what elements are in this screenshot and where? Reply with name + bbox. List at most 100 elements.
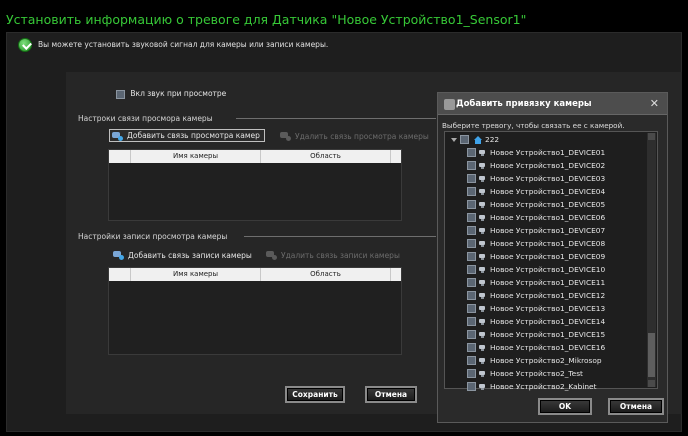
cancel-button[interactable]: Отмена bbox=[365, 386, 417, 403]
device-label: Новое Устройство1_DEVICE10 bbox=[490, 265, 606, 274]
remove-record-link-button[interactable]: Удалить связь записи камеры bbox=[266, 250, 400, 260]
camera-icon bbox=[479, 253, 487, 260]
device-checkbox[interactable] bbox=[467, 317, 476, 326]
device-label: Новое Устройство1_DEVICE03 bbox=[490, 174, 606, 183]
sound-checkbox[interactable]: Вкл звук при просмотре bbox=[116, 89, 226, 99]
tree-scrollbar[interactable] bbox=[647, 133, 656, 387]
device-checkbox[interactable] bbox=[467, 213, 476, 222]
view-col-camera-name[interactable]: Имя камеры bbox=[131, 150, 261, 163]
remove-view-link-button[interactable]: Удалить связь просмотра камеры bbox=[280, 131, 429, 141]
dialog-cancel-button[interactable]: Отмена bbox=[608, 398, 664, 415]
device-checkbox[interactable] bbox=[467, 356, 476, 365]
device-label: Новое Устройство1_DEVICE05 bbox=[490, 200, 606, 209]
tree-device-item[interactable]: Новое Устройство1_DEVICE09 bbox=[467, 250, 605, 263]
tree-device-item[interactable]: Новое Устройство1_DEVICE12 bbox=[467, 289, 605, 302]
device-checkbox[interactable] bbox=[467, 187, 476, 196]
device-checkbox[interactable] bbox=[467, 265, 476, 274]
tree-device-item[interactable]: Новое Устройство1_DEVICE16 bbox=[467, 341, 605, 354]
camera-record-add-icon bbox=[113, 250, 124, 260]
dialog-ok-button[interactable]: OK bbox=[538, 398, 592, 415]
save-button[interactable]: Сохранить bbox=[285, 386, 345, 403]
device-checkbox[interactable] bbox=[467, 369, 476, 378]
device-label: Новое Устройство1_DEVICE16 bbox=[490, 343, 606, 352]
view-col-select bbox=[109, 150, 131, 163]
scroll-up-icon[interactable] bbox=[648, 133, 655, 140]
scroll-thumb[interactable] bbox=[648, 333, 655, 377]
tree-device-item[interactable]: Новое Устройство1_DEVICE14 bbox=[467, 315, 605, 328]
camera-icon bbox=[479, 383, 487, 390]
device-checkbox[interactable] bbox=[467, 304, 476, 313]
tree-device-item[interactable]: Новое Устройство1_DEVICE11 bbox=[467, 276, 605, 289]
tree-root[interactable]: 222 bbox=[451, 133, 499, 146]
camera-tree: 222 Новое Устройство1_DEVICE01 Новое Устр… bbox=[444, 131, 658, 391]
tree-device-item[interactable]: Новое Устройство1_DEVICE05 bbox=[467, 198, 605, 211]
dialog-app-icon bbox=[444, 99, 455, 110]
record-section-title: Настройки записи просмотра камеры bbox=[78, 232, 228, 241]
info-text: Вы можете установить звуковой сигнал для… bbox=[38, 40, 329, 49]
tree-device-item[interactable]: Новое Устройство1_DEVICE01 bbox=[467, 146, 605, 159]
device-label: Новое Устройство2_Mikrosop bbox=[490, 356, 602, 365]
tree-device-item[interactable]: Новое Устройство1_DEVICE03 bbox=[467, 172, 605, 185]
device-checkbox[interactable] bbox=[467, 291, 476, 300]
view-section-divider bbox=[236, 118, 436, 119]
device-label: Новое Устройство1_DEVICE08 bbox=[490, 239, 606, 248]
device-checkbox[interactable] bbox=[467, 226, 476, 235]
chevron-down-icon[interactable] bbox=[451, 137, 457, 142]
device-checkbox[interactable] bbox=[467, 239, 476, 248]
device-checkbox[interactable] bbox=[467, 330, 476, 339]
device-label: Новое Устройство1_DEVICE11 bbox=[490, 278, 606, 287]
camera-icon bbox=[479, 201, 487, 208]
add-record-link-button[interactable]: Добавить связь записи камеры bbox=[113, 250, 252, 260]
device-checkbox[interactable] bbox=[467, 343, 476, 352]
view-col-area[interactable]: Область bbox=[261, 150, 391, 163]
device-label: Новое Устройство1_DEVICE15 bbox=[490, 330, 606, 339]
record-col-camera-name[interactable]: Имя камеры bbox=[131, 268, 261, 281]
view-col-filler bbox=[391, 150, 401, 163]
camera-icon bbox=[479, 357, 487, 364]
record-table-header: Имя камеры Область bbox=[109, 268, 401, 281]
device-checkbox[interactable] bbox=[467, 148, 476, 157]
device-label: Новое Устройство1_DEVICE13 bbox=[490, 304, 606, 313]
camera-icon bbox=[479, 240, 487, 247]
device-checkbox[interactable] bbox=[467, 278, 476, 287]
device-label: Новое Устройство1_DEVICE14 bbox=[490, 317, 606, 326]
tree-device-item[interactable]: Новое Устройство1_DEVICE07 bbox=[467, 224, 605, 237]
device-checkbox[interactable] bbox=[467, 252, 476, 261]
scroll-down-icon[interactable] bbox=[648, 380, 655, 387]
camera-icon bbox=[479, 331, 487, 338]
device-checkbox[interactable] bbox=[467, 200, 476, 209]
camera-icon bbox=[479, 292, 487, 299]
tree-device-item[interactable]: Новое Устройство1_DEVICE13 bbox=[467, 302, 605, 315]
sound-checkbox-box[interactable] bbox=[116, 89, 125, 99]
camera-icon bbox=[479, 266, 487, 273]
tree-device-item[interactable]: Новое Устройство2_Mikrosop bbox=[467, 354, 602, 367]
tree-root-label: 222 bbox=[485, 135, 500, 144]
device-checkbox[interactable] bbox=[467, 161, 476, 170]
tree-device-item[interactable]: Новое Устройство1_DEVICE06 bbox=[467, 211, 605, 224]
camera-icon bbox=[479, 188, 487, 195]
tree-device-item[interactable]: Новое Устройство2_Test bbox=[467, 367, 583, 380]
tree-device-item[interactable]: Новое Устройство2_Kabinet bbox=[467, 380, 597, 393]
camera-icon bbox=[479, 305, 487, 312]
tree-device-item[interactable]: Новое Устройство1_DEVICE10 bbox=[467, 263, 605, 276]
dialog-title-bar[interactable]: Добавить привязку камеры ✕ bbox=[438, 93, 667, 115]
tree-device-item[interactable]: Новое Устройство1_DEVICE08 bbox=[467, 237, 605, 250]
device-label: Новое Устройство2_Kabinet bbox=[490, 382, 597, 391]
camera-icon bbox=[479, 149, 487, 156]
view-section-title: Настроки связи просмора камеры bbox=[78, 114, 213, 123]
camera-remove-icon bbox=[280, 131, 291, 141]
device-label: Новое Устройство1_DEVICE04 bbox=[490, 187, 606, 196]
camera-icon bbox=[479, 344, 487, 351]
tree-device-item[interactable]: Новое Устройство1_DEVICE02 bbox=[467, 159, 605, 172]
device-checkbox[interactable] bbox=[467, 382, 476, 391]
tree-root-checkbox[interactable] bbox=[460, 135, 469, 144]
tree-device-item[interactable]: Новое Устройство1_DEVICE04 bbox=[467, 185, 605, 198]
device-label: Новое Устройство1_DEVICE07 bbox=[490, 226, 606, 235]
page-title: Установить информацию о тревоге для Датч… bbox=[6, 12, 527, 27]
tree-device-item[interactable]: Новое Устройство1_DEVICE15 bbox=[467, 328, 605, 341]
record-col-area[interactable]: Область bbox=[261, 268, 391, 281]
device-checkbox[interactable] bbox=[467, 174, 476, 183]
add-view-link-button[interactable]: Добавить связь просмотра камер bbox=[109, 129, 265, 142]
device-label: Новое Устройство1_DEVICE12 bbox=[490, 291, 606, 300]
close-icon[interactable]: ✕ bbox=[650, 97, 659, 110]
